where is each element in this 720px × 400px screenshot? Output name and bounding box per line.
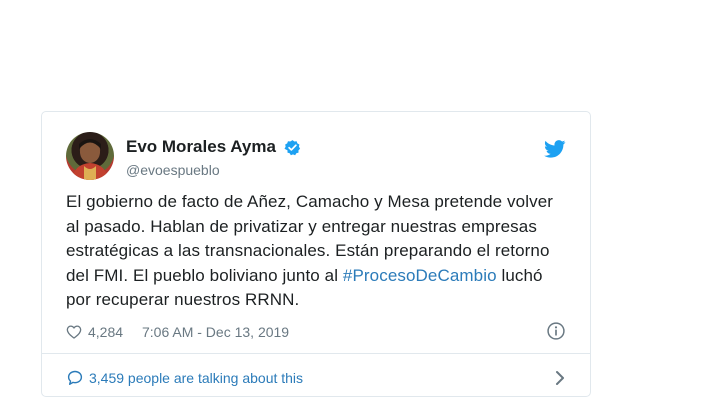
tweet-card[interactable]: Evo Morales Ayma @evoespueblo El gobiern… <box>41 111 591 397</box>
tweet-meta: 4,284 7:06 AM - Dec 13, 2019 <box>66 321 566 345</box>
conversation-link[interactable]: 3,459 people are talking about this <box>66 367 566 389</box>
author-handle[interactable]: @evoespueblo <box>126 162 220 178</box>
speech-bubble-icon <box>67 370 83 385</box>
heart-icon[interactable] <box>66 324 82 340</box>
verified-badge-icon <box>284 139 301 155</box>
tweet-text: El gobierno de facto de Añez, Camacho y … <box>66 190 566 313</box>
chevron-right-icon[interactable] <box>554 369 566 387</box>
hashtag-link[interactable]: #ProcesoDeCambio <box>343 266 497 285</box>
info-icon[interactable] <box>546 321 566 341</box>
tweet-timestamp[interactable]: 7:06 AM - Dec 13, 2019 <box>142 324 289 340</box>
like-count[interactable]: 4,284 <box>88 324 123 340</box>
avatar[interactable] <box>66 132 114 180</box>
divider <box>42 353 590 354</box>
tweet-header: Evo Morales Ayma @evoespueblo <box>66 132 566 184</box>
author-line: Evo Morales Ayma <box>126 137 301 159</box>
avatar-portrait <box>72 139 108 180</box>
talking-count-text[interactable]: 3,459 people are talking about this <box>89 370 303 386</box>
twitter-bird-icon[interactable] <box>544 140 566 158</box>
author-name[interactable]: Evo Morales Ayma <box>126 137 276 156</box>
